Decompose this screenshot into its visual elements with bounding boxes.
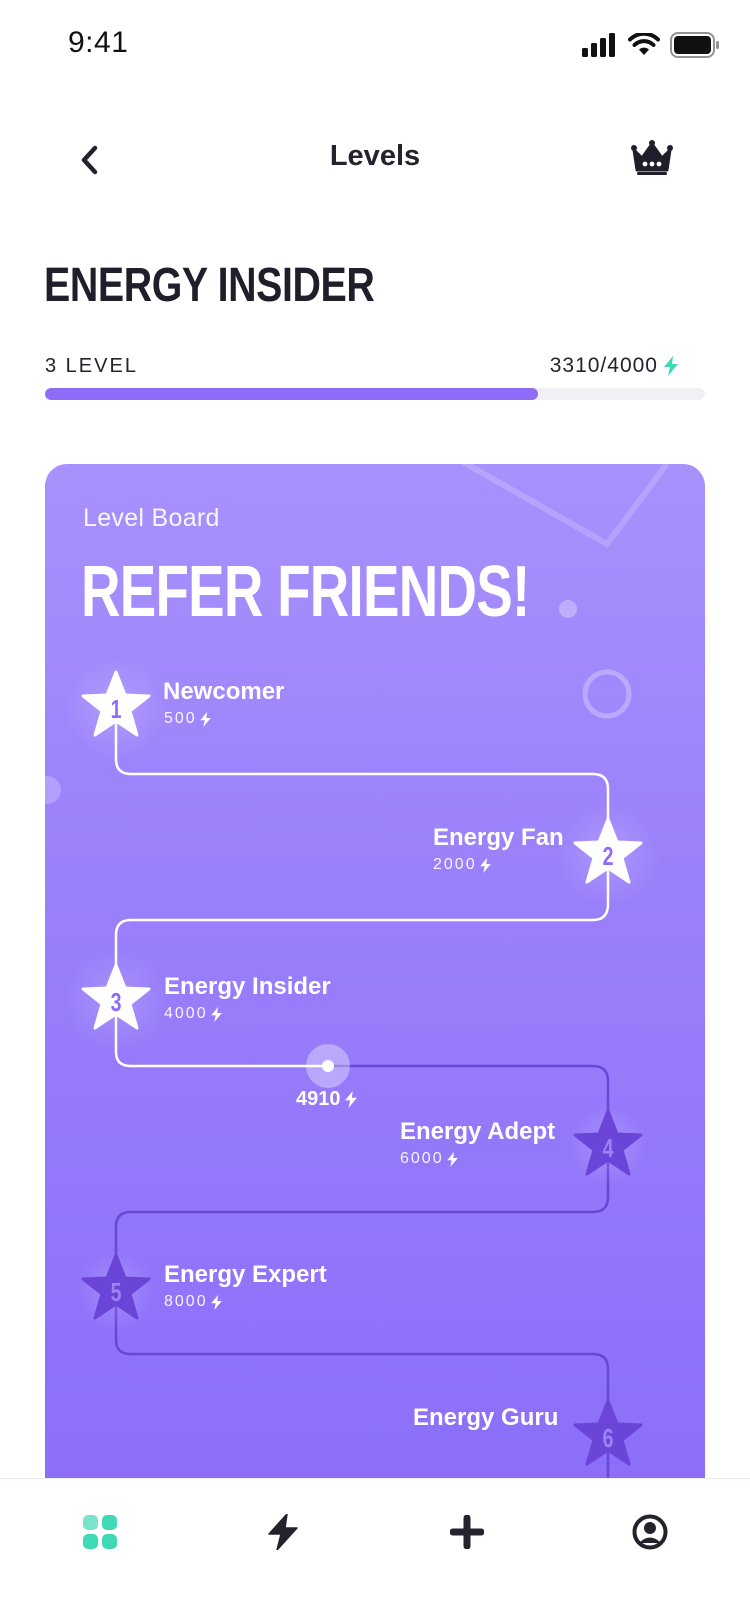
level-points-3: 4000 [164, 1005, 222, 1023]
bolt-icon [210, 1006, 222, 1022]
decor-dot [559, 600, 577, 618]
lightning-icon [268, 1514, 298, 1550]
level-points-5: 8000 [164, 1293, 222, 1311]
level-points-2: 2000 [433, 856, 491, 874]
crown-button[interactable] [631, 140, 673, 176]
level-name-3: Energy Insider [164, 973, 331, 1000]
tab-energy[interactable] [258, 1507, 308, 1557]
battery-icon [670, 32, 719, 58]
status-bar: 9:41 [0, 0, 750, 92]
level-name-6: Energy Guru [413, 1404, 559, 1431]
board-label: Level Board [83, 504, 220, 532]
level-star-5-number: 5 [111, 1277, 122, 1306]
decor-triangle [461, 464, 670, 548]
nav-bar: Levels [0, 120, 750, 200]
status-icons [582, 30, 720, 60]
level-points-4: 6000 [400, 1150, 458, 1168]
level-progress-fill [45, 388, 539, 400]
tab-add[interactable] [442, 1507, 492, 1557]
bolt-icon [344, 1091, 357, 1108]
level-progress-bar [45, 388, 705, 400]
level-name-2: Energy Fan [433, 824, 564, 851]
decor-half-dot [45, 776, 61, 804]
current-points-marker: 4910 [296, 1088, 357, 1111]
tab-bar [0, 1478, 750, 1624]
current-points-value: 4910 [296, 1088, 341, 1110]
level-name-5: Energy Expert [164, 1261, 327, 1288]
crown-icon [631, 140, 673, 175]
level-points-1: 500 [164, 710, 211, 728]
level-name-1: Newcomer [163, 678, 285, 705]
level-points: 3310/4000 [550, 354, 678, 378]
level-title: ENERGY INSIDER [44, 259, 375, 312]
level-number: 3 LEVEL [45, 355, 138, 377]
progress-cursor-dot [322, 1060, 334, 1072]
tab-profile[interactable] [625, 1507, 675, 1557]
level-star-4-number: 4 [603, 1133, 614, 1162]
bolt-icon [479, 857, 491, 873]
bolt-icon [199, 711, 211, 727]
bolt-icon [664, 356, 678, 376]
user-circle-icon [632, 1514, 668, 1550]
level-points-value: 3310/4000 [549, 354, 658, 377]
level-star-3-number: 3 [111, 987, 122, 1016]
bolt-icon [210, 1294, 222, 1310]
level-points-4-value: 6000 [400, 1150, 444, 1167]
level-points-5-value: 8000 [164, 1293, 208, 1310]
level-board: 1 2 3 4 5 6 Level Board REFER FRIENDS! N… [45, 464, 705, 1484]
bolt-icon [446, 1151, 458, 1167]
tab-dashboard[interactable] [75, 1507, 125, 1557]
level-points-1-value: 500 [164, 710, 197, 727]
status-time: 9:41 [68, 26, 129, 59]
wifi-icon [628, 33, 660, 55]
level-points-3-value: 4000 [164, 1005, 208, 1022]
plus-icon [450, 1515, 484, 1549]
dashboard-icon [83, 1515, 117, 1549]
level-star-2-number: 2 [603, 841, 614, 870]
board-heading: REFER FRIENDS! [81, 552, 530, 632]
level-star-6-number: 6 [603, 1423, 614, 1452]
level-points-2-value: 2000 [433, 856, 477, 873]
decor-ring [582, 669, 632, 719]
level-name-4: Energy Adept [400, 1118, 556, 1145]
signal-icon [582, 33, 615, 57]
level-star-1-number: 1 [111, 694, 122, 723]
